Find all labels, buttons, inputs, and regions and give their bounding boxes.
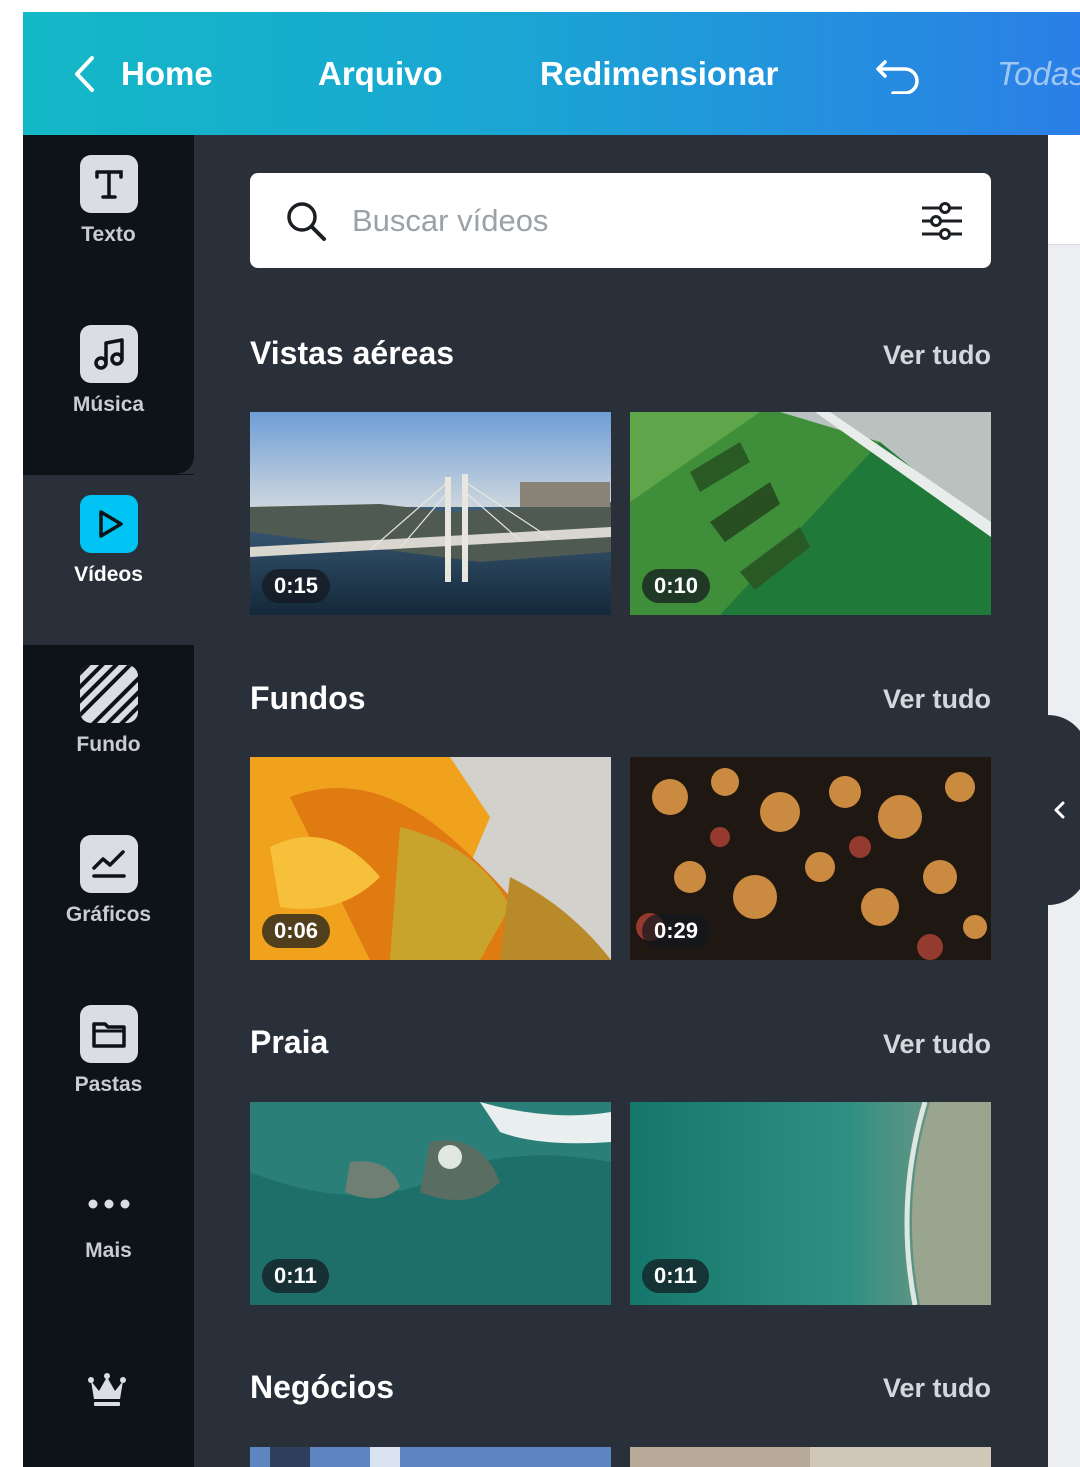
search-box — [250, 173, 991, 268]
undo-button[interactable] — [875, 12, 923, 135]
video-duration: 0:11 — [642, 1259, 709, 1293]
premium-button[interactable] — [87, 1373, 127, 1414]
design-title-label: Todas — [997, 54, 1080, 92]
design-title[interactable]: Todas — [997, 12, 1080, 135]
rail-item-label: Mais — [85, 1239, 132, 1262]
play-icon — [79, 495, 138, 553]
see-all-link[interactable]: Ver tudo — [883, 1373, 991, 1404]
music-icon — [79, 325, 138, 383]
text-icon — [79, 155, 138, 213]
section-title: Negócios — [250, 1369, 395, 1405]
search-input[interactable] — [352, 193, 892, 248]
video-duration: 0:15 — [262, 569, 331, 603]
rail-item-texto[interactable]: Texto — [23, 135, 194, 305]
see-all-link[interactable]: Ver tudo — [883, 684, 991, 715]
video-thumbnail[interactable]: 0:15 — [250, 412, 611, 615]
rail-item-label: Texto — [81, 223, 136, 246]
video-thumbnail[interactable] — [630, 1447, 991, 1467]
arquivo-label: Arquivo — [318, 54, 443, 92]
business-video-image — [250, 1447, 611, 1467]
video-thumbnail[interactable]: 0:11 — [630, 1102, 991, 1305]
arquivo-menu[interactable]: Arquivo — [318, 12, 443, 135]
video-thumbnail[interactable]: 0:10 — [630, 412, 991, 615]
side-rail: Texto Música Vídeos Fundo Gráficos Pasta… — [23, 135, 194, 1467]
video-thumbnail[interactable]: 0:11 — [250, 1102, 611, 1305]
canvas-toolbar — [1048, 135, 1080, 245]
video-thumbnail[interactable]: 0:06 — [250, 757, 611, 960]
redimensionar-label: Redimensionar — [540, 54, 779, 92]
rail-item-videos[interactable]: Vídeos — [23, 475, 194, 645]
section-title: Praia — [250, 1024, 329, 1060]
videos-panel: Vistas aéreas Ver tudo 0:15 — [194, 135, 1048, 1467]
undo-icon — [876, 59, 919, 94]
chart-icon — [79, 835, 138, 893]
chevron-left-icon — [1054, 801, 1065, 819]
rail-item-musica[interactable]: Música — [23, 305, 194, 475]
filter-icon[interactable] — [918, 197, 966, 245]
see-all-link[interactable]: Ver tudo — [883, 340, 991, 371]
business-video-image — [630, 1447, 991, 1467]
rail-item-graficos[interactable]: Gráficos — [23, 815, 194, 985]
home-label: Home — [121, 54, 213, 92]
collapse-panel-button[interactable] — [1048, 715, 1080, 905]
home-button[interactable]: Home — [73, 12, 213, 135]
folder-icon — [79, 1005, 138, 1063]
crown-icon — [88, 1373, 126, 1406]
rail-item-label: Vídeos — [74, 563, 143, 586]
video-duration: 0:11 — [262, 1259, 329, 1293]
more-icon — [80, 1189, 138, 1219]
redimensionar-button[interactable]: Redimensionar — [540, 12, 778, 135]
video-duration: 0:06 — [262, 914, 331, 948]
rail-item-pastas[interactable]: Pastas — [23, 985, 194, 1155]
app-window: Home Arquivo Redimensionar Todas Texto M… — [23, 12, 1080, 1467]
chevron-left-icon — [75, 55, 94, 92]
video-duration: 0:29 — [642, 914, 711, 948]
rail-item-label: Música — [72, 393, 145, 416]
rail-item-label: Pastas — [74, 1073, 143, 1096]
video-thumbnail[interactable]: 0:29 — [630, 757, 991, 960]
video-duration: 0:10 — [642, 569, 711, 603]
rail-item-mais[interactable]: Mais — [23, 1155, 194, 1325]
background-pattern-icon — [79, 665, 138, 723]
top-bar: Home Arquivo Redimensionar Todas — [23, 12, 1080, 135]
video-thumbnail[interactable] — [250, 1447, 611, 1467]
rail-item-fundo[interactable]: Fundo — [23, 645, 194, 815]
search-icon — [287, 202, 326, 241]
rail-item-label: Fundo — [76, 733, 141, 756]
rail-item-label: Gráficos — [65, 903, 152, 926]
section-title: Fundos — [250, 680, 366, 716]
section-title: Vistas aéreas — [250, 335, 455, 371]
see-all-link[interactable]: Ver tudo — [883, 1029, 991, 1060]
